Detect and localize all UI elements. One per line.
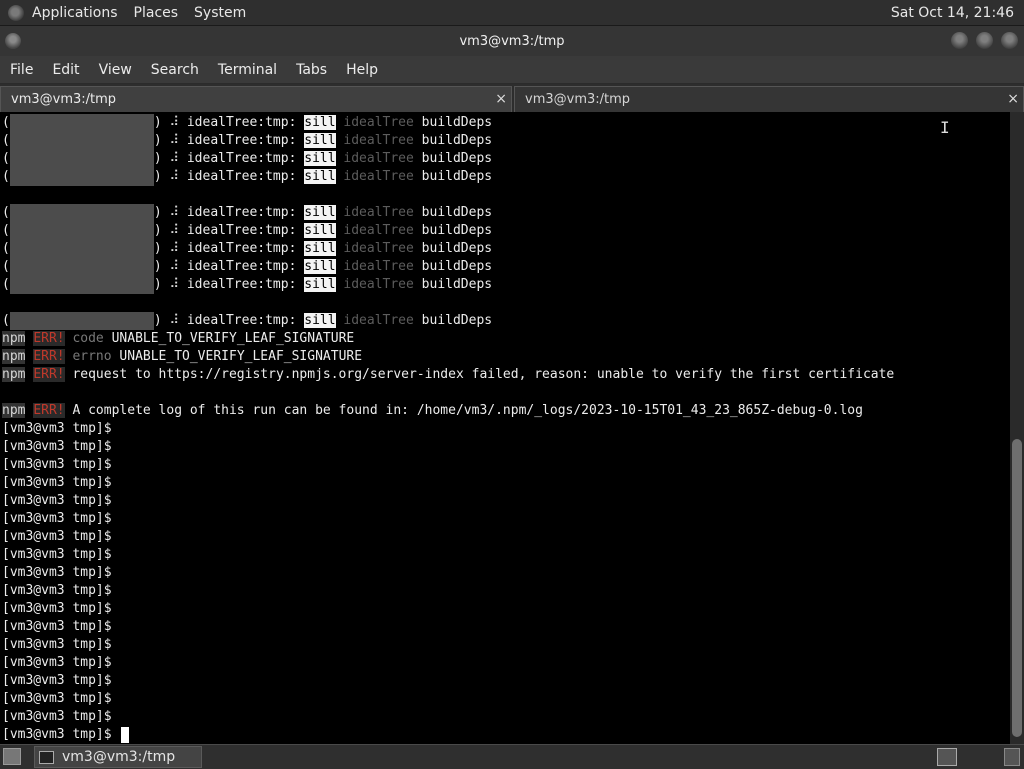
mouse-text-cursor-icon: I [940, 118, 950, 137]
idealtree-progress-line: () ⠼ idealTree:tmp: sill idealTree build… [2, 312, 493, 330]
places-menu[interactable]: Places [134, 5, 179, 21]
tab-2-close-icon[interactable]: × [1007, 91, 1019, 107]
idealtree-progress-line: () ⠼ idealTree:tmp: sill idealTree build… [2, 168, 493, 186]
close-window-button[interactable] [1001, 32, 1018, 49]
shell-prompt-line: [vm3@vm3 tmp]$ [2, 475, 112, 490]
window-titlebar[interactable]: vm3@vm3:/tmp [0, 26, 1024, 56]
shell-prompt-line: [vm3@vm3 tmp]$ [2, 565, 112, 580]
shell-prompt-line: [vm3@vm3 tmp]$ [2, 601, 112, 616]
menu-file[interactable]: File [10, 62, 33, 78]
npm-error-line: npm ERR! request to https://registry.npm… [2, 367, 895, 382]
menu-help[interactable]: Help [346, 62, 378, 78]
shell-prompt-line: [vm3@vm3 tmp]$ [2, 619, 112, 634]
idealtree-progress-line: () ⠼ idealTree:tmp: sill idealTree build… [2, 240, 493, 258]
menu-search[interactable]: Search [151, 62, 199, 78]
workspace-switcher-icon[interactable] [937, 748, 957, 766]
tab-1-close-icon[interactable]: × [495, 91, 507, 107]
tab-1-label: vm3@vm3:/tmp [11, 92, 117, 107]
bottom-panel: vm3@vm3:/tmp [0, 744, 1024, 769]
idealtree-progress-line: () ⠼ idealTree:tmp: sill idealTree build… [2, 150, 493, 168]
npm-log-line: npm ERR! A complete log of this run can … [2, 403, 863, 418]
taskbar-item-label: vm3@vm3:/tmp [62, 749, 176, 765]
shell-prompt-line: [vm3@vm3 tmp]$ [2, 637, 112, 652]
idealtree-progress-line: () ⠼ idealTree:tmp: sill idealTree build… [2, 114, 493, 132]
top-panel: Applications Places System Sat Oct 14, 2… [0, 0, 1024, 26]
shell-prompt-line: [vm3@vm3 tmp]$ [2, 709, 112, 724]
tab-1[interactable]: vm3@vm3:/tmp × [0, 86, 512, 112]
idealtree-progress-line: () ⠼ idealTree:tmp: sill idealTree build… [2, 222, 493, 240]
menu-view[interactable]: View [99, 62, 132, 78]
minimize-button[interactable] [951, 32, 968, 49]
shell-prompt-line: [vm3@vm3 tmp]$ [2, 439, 112, 454]
maximize-button[interactable] [976, 32, 993, 49]
terminal-scrollbar[interactable] [1010, 112, 1024, 744]
shell-prompt-line: [vm3@vm3 tmp]$ [2, 655, 112, 670]
tab-bar: vm3@vm3:/tmp × vm3@vm3:/tmp × [0, 84, 1024, 112]
npm-error-line: npm ERR! code UNABLE_TO_VERIFY_LEAF_SIGN… [2, 331, 355, 346]
shell-prompt-line: [vm3@vm3 tmp]$ [2, 583, 112, 598]
menu-terminal[interactable]: Terminal [218, 62, 277, 78]
menu-edit[interactable]: Edit [52, 62, 79, 78]
terminal-cursor [121, 726, 130, 743]
shell-prompt-line: [vm3@vm3 tmp]$ [2, 493, 112, 508]
shell-prompt-line: [vm3@vm3 tmp]$ [2, 529, 112, 544]
shell-prompt-line: [vm3@vm3 tmp]$ [2, 547, 112, 562]
idealtree-progress-line: () ⠼ idealTree:tmp: sill idealTree build… [2, 276, 493, 294]
distro-logo-icon[interactable] [8, 4, 24, 21]
terminal-output[interactable]: () ⠼ idealTree:tmp: sill idealTree build… [0, 112, 1010, 744]
window-title: vm3@vm3:/tmp [459, 33, 565, 49]
idealtree-progress-line: () ⠼ idealTree:tmp: sill idealTree build… [2, 204, 493, 222]
window-menu-icon[interactable] [5, 33, 21, 49]
shell-prompt-active-line: [vm3@vm3 tmp]$ [2, 726, 130, 744]
shell-prompt-line: [vm3@vm3 tmp]$ [2, 421, 112, 436]
taskbar-terminal-item[interactable]: vm3@vm3:/tmp [34, 746, 202, 768]
shell-prompt-line: [vm3@vm3 tmp]$ [2, 457, 112, 472]
menu-tabs[interactable]: Tabs [296, 62, 327, 78]
scrollbar-thumb[interactable] [1012, 439, 1022, 737]
terminal-icon [39, 750, 54, 764]
shell-prompt-line: [vm3@vm3 tmp]$ [2, 511, 112, 526]
applications-menu[interactable]: Applications [32, 5, 118, 21]
npm-error-line: npm ERR! errno UNABLE_TO_VERIFY_LEAF_SIG… [2, 349, 363, 364]
idealtree-progress-line: () ⠼ idealTree:tmp: sill idealTree build… [2, 132, 493, 150]
clock[interactable]: Sat Oct 14, 21:46 [891, 5, 1014, 21]
menubar: File Edit View Search Terminal Tabs Help [0, 56, 1024, 83]
idealtree-progress-line: () ⠼ idealTree:tmp: sill idealTree build… [2, 258, 493, 276]
shell-prompt-line: [vm3@vm3 tmp]$ [2, 673, 112, 688]
tray-icon[interactable] [1004, 748, 1020, 766]
shell-prompt-line: [vm3@vm3 tmp]$ [2, 691, 112, 706]
system-menu[interactable]: System [194, 5, 246, 21]
tab-2-label: vm3@vm3:/tmp [525, 92, 631, 107]
tab-2[interactable]: vm3@vm3:/tmp × [514, 86, 1024, 112]
show-desktop-icon[interactable] [3, 748, 21, 765]
